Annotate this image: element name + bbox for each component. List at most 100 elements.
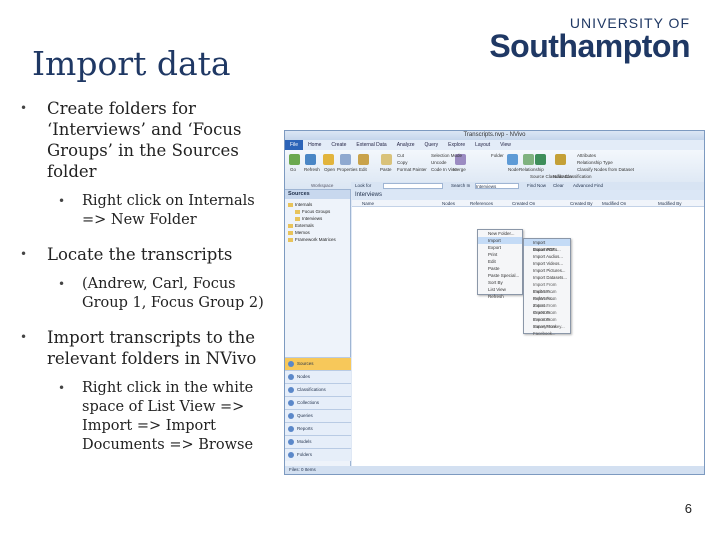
ctx-print[interactable]: Print [478, 251, 522, 258]
ctx-refresh[interactable]: Refresh [478, 293, 522, 300]
col-modified-by[interactable]: Modified By [658, 200, 682, 207]
sub-import-documents[interactable]: Import Documents... [524, 239, 570, 252]
tree-focus-groups[interactable]: Focus Groups [288, 208, 347, 215]
tab-layout[interactable]: Layout [470, 140, 495, 150]
tab-create[interactable]: Create [326, 140, 351, 150]
reports-icon [288, 426, 294, 432]
nav-buttons: Sources Nodes Classifications Collection… [285, 357, 351, 461]
nav-sources[interactable]: Sources [285, 357, 351, 370]
import-submenu: Import Documents... Import PDFs... Impor… [523, 238, 571, 336]
edit-icon[interactable] [358, 154, 369, 165]
tree-memos[interactable]: Memos [288, 229, 347, 236]
tab-analyze[interactable]: Analyze [392, 140, 420, 150]
relationship-label: Relationship [519, 167, 544, 172]
col-name[interactable]: Name [362, 200, 374, 207]
attributes-label[interactable]: Attributes [577, 153, 596, 158]
university-logo: UNIVERSITY OF Southampton [489, 16, 690, 62]
tree-interviews[interactable]: Interviews [288, 215, 347, 222]
sub-import-zotero[interactable]: Import From Zotero... [524, 295, 570, 308]
find-bar: Look for Search In Interviews Find Now C… [351, 182, 704, 190]
bullet-locate-transcripts: Locate the transcripts [20, 244, 282, 265]
open-label: Open [324, 167, 336, 172]
tab-external-data[interactable]: External Data [351, 140, 391, 150]
col-created-by[interactable]: Created By [570, 200, 593, 207]
tree-internals[interactable]: Internals [288, 201, 347, 208]
uncode-label[interactable]: Uncode [431, 160, 447, 165]
cut-label[interactable]: Cut [397, 153, 404, 158]
folder-icon [288, 230, 293, 235]
properties-icon[interactable] [340, 154, 351, 165]
nav-classifications[interactable]: Classifications [285, 383, 351, 396]
find-now-button[interactable]: Find Now [527, 182, 546, 190]
ctx-export[interactable]: Export [478, 244, 522, 251]
status-bar: Files: 0 Items [285, 466, 704, 474]
go-icon[interactable] [289, 154, 300, 165]
sub-import-endnote[interactable]: Import From EndNote... [524, 281, 570, 294]
folder-icon [288, 237, 293, 242]
folder-icon [295, 216, 300, 221]
nav-header: Sources [285, 190, 350, 199]
folder-label[interactable]: Folder [491, 153, 504, 158]
nav-nodes[interactable]: Nodes [285, 370, 351, 383]
sub-import-surveymonkey[interactable]: Import From SurveyMonkey... [524, 316, 570, 329]
open-icon[interactable] [323, 154, 334, 165]
tab-home[interactable]: Home [303, 140, 326, 150]
selection-mode-label[interactable]: Selection Mode [431, 153, 462, 158]
nav-folders[interactable]: Folders [285, 448, 351, 461]
refresh-icon[interactable] [305, 154, 316, 165]
tab-view[interactable]: View [495, 140, 516, 150]
tree-framework-matrices[interactable]: Framework Matrices [288, 236, 347, 243]
paste-icon[interactable] [381, 154, 392, 165]
relationship-icon[interactable] [523, 154, 534, 165]
ctx-new-folder[interactable]: New Folder... [478, 230, 522, 237]
col-nodes[interactable]: Nodes [442, 200, 455, 207]
node-classification-icon[interactable] [555, 154, 566, 165]
clear-button[interactable]: Clear [553, 182, 564, 190]
nav-queries[interactable]: Queries [285, 409, 351, 422]
nav-models[interactable]: Models [285, 435, 351, 448]
ctx-paste-special[interactable]: Paste Special... [478, 272, 522, 279]
sub-import-audios[interactable]: Import Audios... [524, 253, 570, 260]
bullet-list: Create folders for ‘Interviews’ and ‘Foc… [20, 98, 282, 469]
tab-explore[interactable]: Explore [443, 140, 470, 150]
sub-import-pictures[interactable]: Import Pictures... [524, 267, 570, 274]
format-painter-label[interactable]: Format Painter [397, 167, 427, 172]
ctx-paste[interactable]: Paste [478, 265, 522, 272]
ctx-import[interactable]: Import [478, 237, 522, 244]
search-in-value[interactable]: Interviews [475, 183, 519, 189]
sub-import-onenote[interactable]: Import From OneNote... [524, 302, 570, 315]
look-for-input[interactable] [383, 183, 443, 189]
logo-southampton: Southampton [489, 28, 690, 64]
classify-nodes-label[interactable]: Classify Nodes from Dataset [577, 167, 634, 172]
tab-file[interactable]: File [285, 140, 304, 150]
refresh-label: Refresh [304, 167, 320, 172]
classifications-icon [288, 387, 294, 393]
bullet-create-folders: Create folders for ‘Interviews’ and ‘Foc… [20, 98, 282, 182]
nav-reports[interactable]: Reports [285, 422, 351, 435]
nav-collections[interactable]: Collections [285, 396, 351, 409]
col-modified-on[interactable]: Modified On [602, 200, 626, 207]
node-classification-label: Node Classification [553, 174, 592, 179]
advanced-find-button[interactable]: Advanced Find [573, 182, 603, 190]
copy-label[interactable]: Copy [397, 160, 408, 165]
ctx-list-view[interactable]: List View [478, 286, 522, 293]
sub-import-evernote[interactable]: Import From Evernote... [524, 309, 570, 322]
col-created-on[interactable]: Created On [512, 200, 535, 207]
col-references[interactable]: References [470, 200, 493, 207]
sub-import-pdfs[interactable]: Import PDFs... [524, 246, 570, 253]
tree-externals[interactable]: Externals [288, 222, 347, 229]
bullet-import-transcripts: Import transcripts to the relevant folde… [20, 327, 282, 369]
sub-import-videos[interactable]: Import Videos... [524, 260, 570, 267]
node-icon[interactable] [507, 154, 518, 165]
sub-bullet-import-steps: Right click in the white space of List V… [20, 379, 282, 455]
sub-import-datasets[interactable]: Import Datasets... [524, 274, 570, 281]
sub-import-refworks[interactable]: Import From RefWorks... [524, 288, 570, 301]
relationship-type-label[interactable]: Relationship Type [577, 160, 613, 165]
go-label: Go [290, 167, 297, 172]
code-in-vivo-label[interactable]: Code In Vivo [431, 167, 457, 172]
tab-query[interactable]: Query [420, 140, 444, 150]
source-classification-icon[interactable] [535, 154, 546, 165]
ctx-sort-by[interactable]: Sort By [478, 279, 522, 286]
queries-icon [288, 413, 294, 419]
ctx-edit[interactable]: Edit [478, 258, 522, 265]
